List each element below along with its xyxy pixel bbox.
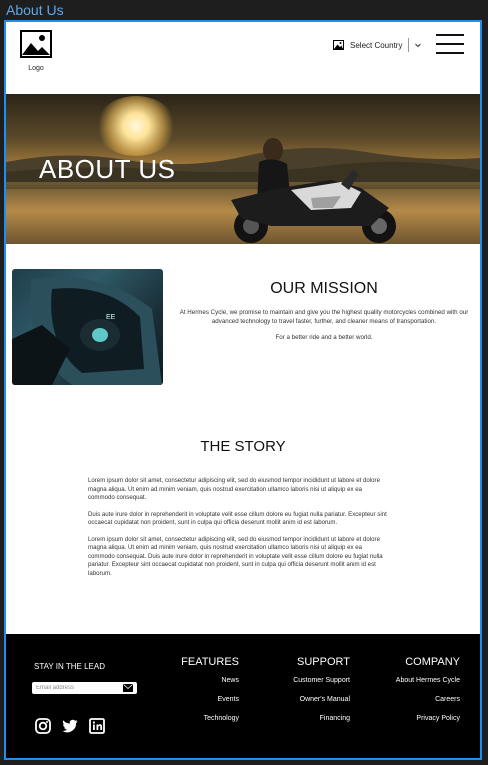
chevron-down-icon — [415, 43, 422, 48]
twitter-icon[interactable] — [62, 718, 78, 734]
charger-illustration: EE — [12, 277, 162, 385]
motorcycle-rider-illustration — [231, 138, 396, 243]
email-field[interactable] — [32, 682, 137, 694]
footer-heading: FEATURES — [181, 656, 239, 668]
newsletter-label: STAY IN THE LEAD — [34, 662, 105, 671]
footer-link-about[interactable]: About Hermes Cycle — [370, 677, 460, 684]
footer-link-technology[interactable]: Technology — [156, 715, 239, 722]
site-header: Logo Select Country — [6, 22, 480, 94]
footer-features-column: FEATURES News Events Technology — [156, 656, 239, 734]
frame-label: About Us — [6, 2, 64, 18]
story-title: THE STORY — [200, 438, 286, 455]
hero-banner: ABOUT US — [6, 94, 480, 244]
footer-link-customer-support[interactable]: Customer Support — [271, 677, 350, 684]
image-placeholder-icon — [333, 40, 344, 50]
story-paragraph: Duis aute irure dolor in reprehenderit i… — [88, 510, 387, 527]
mission-title: OUR MISSION — [270, 280, 378, 297]
country-selector[interactable]: Select Country — [333, 38, 422, 52]
divider — [408, 38, 410, 52]
story-paragraph: Lorem ipsum dolor sit amet, consectetur … — [88, 535, 383, 577]
site-footer: STAY IN THE LEAD Email address FEATURES … — [6, 634, 480, 758]
linkedin-icon[interactable] — [89, 718, 105, 734]
mission-text: At Hermes Cycle, we promise to maintain … — [179, 309, 469, 325]
mail-icon[interactable] — [123, 684, 133, 692]
footer-company-column: COMPANY About Hermes Cycle Careers Priva… — [370, 656, 460, 734]
footer-link-owners-manual[interactable]: Owner's Manual — [271, 696, 350, 703]
instagram-icon[interactable] — [35, 718, 51, 734]
social-links — [35, 718, 105, 734]
hamburger-line — [436, 34, 464, 36]
svg-text:EE: EE — [106, 314, 116, 321]
menu-button[interactable] — [436, 34, 464, 54]
image-placeholder-icon — [20, 30, 52, 58]
hero-title: ABOUT US — [39, 154, 176, 184]
country-label: Select Country — [350, 40, 403, 50]
footer-heading: SUPPORT — [297, 656, 350, 668]
email-input[interactable] — [36, 685, 120, 691]
logo[interactable]: Logo — [20, 30, 52, 72]
hamburger-line — [436, 52, 464, 54]
footer-link-careers[interactable]: Careers — [370, 696, 460, 703]
mission-tagline: For a better ride and a better world. — [275, 334, 373, 341]
ev-charger-image: EE — [12, 269, 163, 385]
logo-label: Logo — [28, 65, 44, 72]
story-paragraph: Lorem ipsum dolor sit amet, consectetur … — [88, 477, 380, 501]
footer-link-events[interactable]: Events — [156, 696, 239, 703]
story-body: Lorem ipsum dolor sit amet, consectetur … — [88, 477, 390, 586]
footer-link-privacy[interactable]: Privacy Policy — [370, 715, 460, 722]
footer-link-financing[interactable]: Financing — [271, 715, 350, 722]
hamburger-line — [436, 43, 464, 45]
footer-support-column: SUPPORT Customer Support Owner's Manual … — [271, 656, 350, 734]
footer-heading: COMPANY — [405, 656, 460, 668]
footer-link-news[interactable]: News — [156, 677, 239, 684]
page-frame: Logo Select Country ABOUT US EE OUR MISS… — [4, 20, 482, 760]
